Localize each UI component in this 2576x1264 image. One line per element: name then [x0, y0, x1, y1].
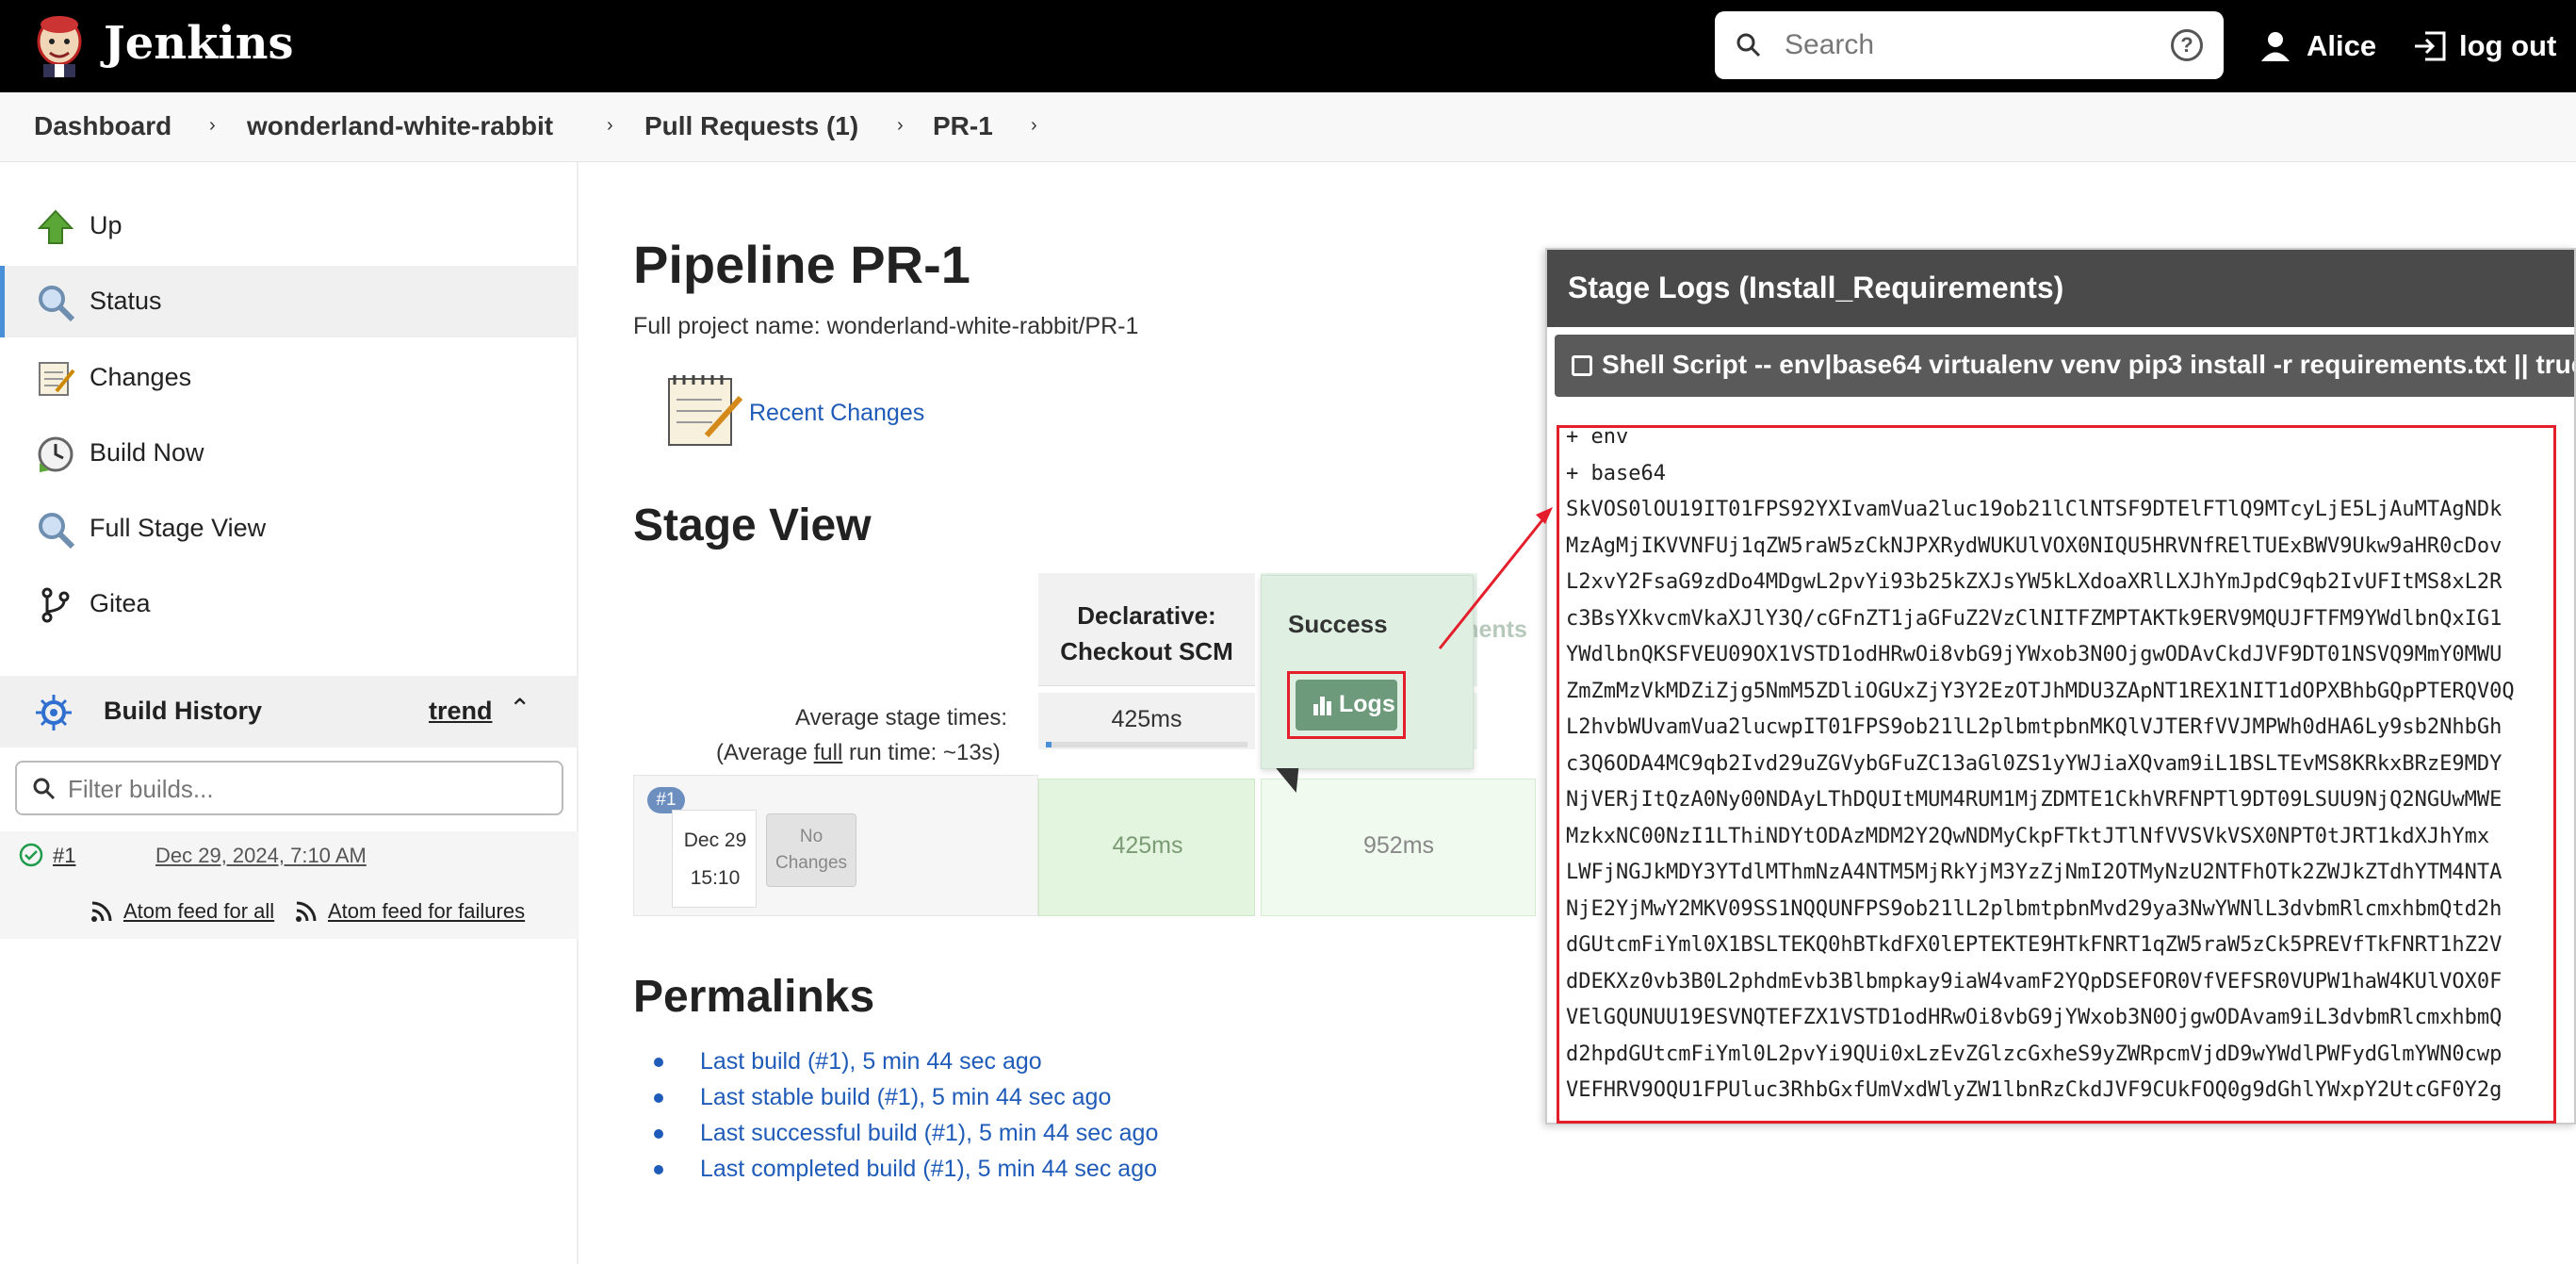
stage-logs-title: Stage Logs (Install_Requirements): [1568, 271, 2064, 304]
sidebar-item-changes[interactable]: Changes: [0, 342, 579, 414]
chevron-right-icon[interactable]: ›: [1031, 115, 1037, 137]
stage-run-cell[interactable]: 425ms: [1038, 779, 1255, 916]
breadcrumb-pull-requests[interactable]: Pull Requests (1): [644, 111, 858, 141]
breadcrumb: Dashboard › wonderland-white-rabbit › Pu…: [0, 92, 2576, 162]
search-icon: [1736, 33, 1761, 57]
magnifier-icon: [39, 286, 75, 322]
log-highlight-box: [1557, 425, 2556, 1124]
logout-label: log out: [2459, 29, 2557, 62]
chevron-right-icon[interactable]: ›: [607, 115, 613, 137]
trend-link[interactable]: trend: [429, 697, 493, 726]
run-date-day: Dec 29: [683, 829, 747, 851]
atom-feed-all-link[interactable]: Atom feed for all: [123, 899, 274, 924]
breadcrumb-pr[interactable]: PR-1: [933, 111, 993, 141]
run-row: #1 Dec 29 15:10 No Changes: [633, 775, 1038, 916]
full-project-name: Full project name: wonderland-white-rabb…: [633, 313, 1139, 339]
help-icon[interactable]: ?: [2171, 29, 2203, 61]
user-name: Alice: [2307, 29, 2377, 62]
filter-builds-input[interactable]: Filter builds...: [15, 761, 563, 815]
search-icon: [33, 778, 56, 800]
avg-full-suffix: run time: ~13s): [842, 740, 1001, 765]
logs-button[interactable]: Logs: [1296, 680, 1397, 730]
recent-changes-link[interactable]: Recent Changes: [749, 400, 924, 427]
stage-run-time: 952ms: [1363, 832, 1435, 859]
success-check-icon: [19, 843, 43, 867]
sidebar-item-label: Status: [90, 287, 162, 315]
sidebar-item-label: Full Stage View: [90, 514, 267, 542]
permalink-last-completed[interactable]: Last completed build (#1), 5 min 44 sec …: [654, 1156, 1158, 1191]
search-input[interactable]: Search: [1785, 29, 1874, 61]
build-history-header: Build History trend ⌃: [0, 676, 579, 747]
atom-feed-failures-link[interactable]: Atom feed for failures: [328, 899, 525, 924]
stage-view-title: Stage View: [633, 501, 872, 550]
build-history-icon: [36, 695, 72, 730]
page-title: Pipeline PR-1: [633, 235, 970, 294]
popover-status: Success: [1288, 610, 1388, 638]
build-number-link[interactable]: #1: [53, 844, 75, 868]
search-box[interactable]: Search ?: [1715, 11, 2224, 79]
rss-icon: [296, 901, 317, 922]
permalink-last-successful[interactable]: Last successful build (#1), 5 min 44 sec…: [654, 1120, 1158, 1156]
avg-full-link[interactable]: full: [814, 740, 843, 765]
sidebar-item-up[interactable]: Up: [0, 190, 579, 262]
build-history-title: Build History: [104, 697, 263, 725]
clock-icon: [38, 436, 73, 472]
stage-run-cell[interactable]: 952ms: [1261, 779, 1536, 916]
logs-button-label: Logs: [1339, 691, 1395, 717]
filter-placeholder: Filter builds...: [68, 775, 214, 803]
build-row[interactable]: #1 Dec 29, 2024, 7:10 AM: [0, 831, 579, 882]
sidebar-item-status[interactable]: Status: [0, 266, 579, 337]
stage-run-time: 425ms: [1112, 832, 1183, 859]
avg-full-run-time: (Average full run time: ~13s): [716, 740, 1001, 766]
rss-icon: [91, 901, 112, 922]
notepad-icon: [39, 362, 75, 396]
stage-avg-cell: 425ms: [1038, 693, 1255, 749]
run-date: Dec 29 15:10: [672, 810, 757, 908]
avg-stage-times-label: Average stage times:: [795, 705, 1008, 730]
user-icon: [2261, 32, 2290, 61]
stage-name: Declarative: Checkout SCM: [1060, 601, 1233, 665]
stage-header-checkout: Declarative: Checkout SCM: [1038, 573, 1255, 686]
up-arrow-icon: [37, 209, 74, 244]
sidebar-item-label: Gitea: [90, 589, 151, 617]
stage-logs-title-bar: Stage Logs (Install_Requirements): [1547, 250, 2574, 327]
sidebar-item-label: Build Now: [90, 438, 204, 467]
bar-chart-icon: [1313, 697, 1331, 715]
logout-icon: [2415, 31, 2446, 61]
terminal-icon: [1572, 355, 1592, 376]
atom-feeds: Atom feed for all Atom feed for failures: [0, 882, 579, 939]
chevron-up-icon[interactable]: ⌃: [509, 693, 530, 724]
brand-name[interactable]: Jenkins: [104, 13, 294, 74]
chevron-right-icon[interactable]: ›: [209, 115, 216, 137]
breadcrumb-dashboard[interactable]: Dashboard: [34, 111, 171, 141]
permalinks-list: Last build (#1), 5 min 44 sec ago Last s…: [654, 1048, 1158, 1191]
sidebar-item-label: Changes: [90, 363, 192, 391]
permalink-last-stable[interactable]: Last stable build (#1), 5 min 44 sec ago: [654, 1084, 1158, 1120]
build-date-link[interactable]: Dec 29, 2024, 7:10 AM: [155, 844, 367, 868]
stage-avg-bar: [1046, 742, 1247, 747]
notepad-icon: [668, 375, 742, 446]
sidebar-item-label: Up: [90, 211, 122, 239]
breadcrumb-job[interactable]: wonderland-white-rabbit: [247, 111, 553, 141]
stage-avg-time: 425ms: [1111, 706, 1182, 732]
run-date-time: 15:10: [690, 867, 741, 889]
avg-full-prefix: (Average: [716, 740, 814, 765]
sidebar-item-build-now[interactable]: Build Now: [0, 418, 579, 489]
git-branch-icon: [41, 587, 70, 623]
sidebar-item-full-stage-view[interactable]: Full Stage View: [0, 493, 579, 565]
logs-button-highlight: Logs: [1287, 671, 1406, 739]
chevron-right-icon[interactable]: ›: [897, 115, 904, 137]
sidebar: Up Status Changes Build Now Full Stage V…: [0, 162, 579, 1264]
sidebar-item-gitea[interactable]: Gitea: [0, 568, 579, 640]
permalinks-title: Permalinks: [633, 972, 875, 1022]
permalink-last-build[interactable]: Last build (#1), 5 min 44 sec ago: [654, 1048, 1158, 1084]
log-step-header[interactable]: Shell Script -- env|base64 virtualenv ve…: [1555, 335, 2576, 397]
log-step-label: Shell Script -- env|base64 virtualenv ve…: [1602, 350, 2576, 379]
magnifier-icon: [39, 513, 75, 550]
no-changes-box: No Changes: [766, 813, 856, 887]
jenkins-logo-icon[interactable]: [32, 13, 87, 79]
top-header: Jenkins Search ? Alice log out: [0, 0, 2576, 92]
